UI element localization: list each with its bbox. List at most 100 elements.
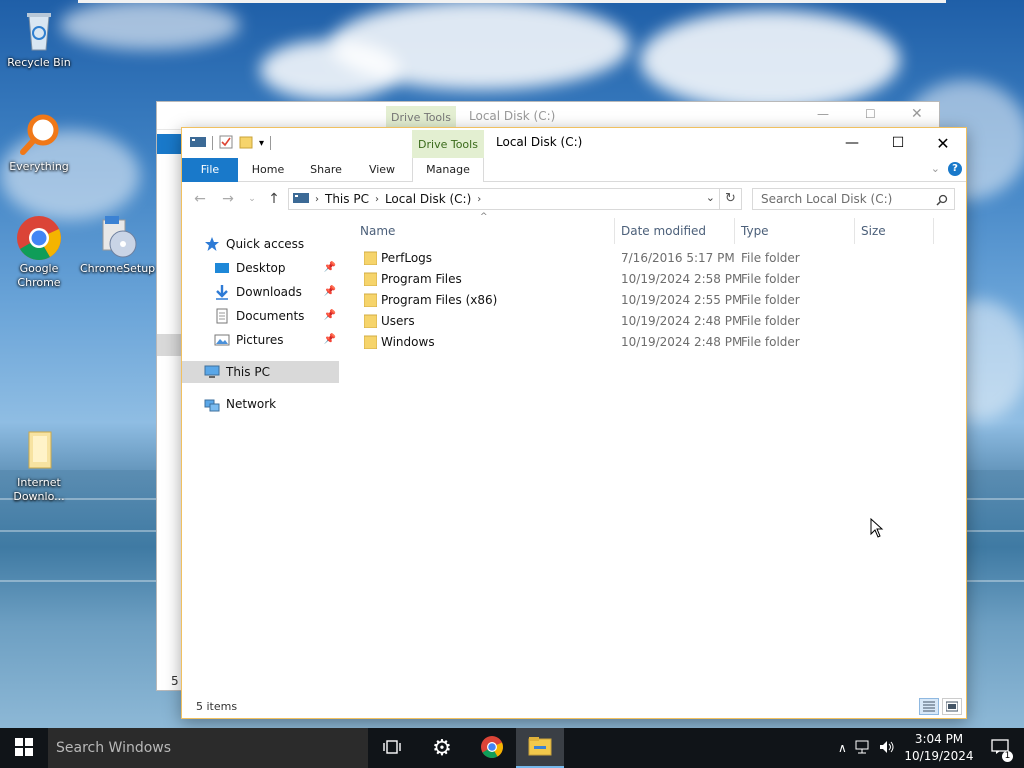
desktop-icon-label: Everything xyxy=(9,160,69,173)
breadcrumb-local-disk[interactable]: Local Disk (C:) xyxy=(385,192,471,206)
column-header-name[interactable]: Name xyxy=(354,218,615,244)
taskbar-settings[interactable]: ⚙ xyxy=(418,728,466,768)
column-header-date-modified[interactable]: Date modified xyxy=(615,218,735,244)
maximize-button[interactable]: ☐ xyxy=(875,128,921,158)
taskbar-search-box[interactable]: Search Windows xyxy=(48,728,368,768)
refresh-button[interactable]: ↻ xyxy=(720,188,742,210)
background-window-title: Local Disk (C:) xyxy=(469,109,556,123)
column-header-type[interactable]: Type xyxy=(735,218,855,244)
large-icons-view-button[interactable] xyxy=(942,698,962,715)
window-title: Local Disk (C:) xyxy=(496,135,583,149)
taskbar-clock[interactable]: 3:04 PM 10/19/2024 xyxy=(902,731,976,765)
minimize-icon: — xyxy=(845,135,859,151)
nav-documents[interactable]: Documents 📌 xyxy=(214,305,338,327)
this-pc-small-icon xyxy=(293,192,309,207)
new-folder-icon[interactable] xyxy=(239,135,253,152)
desktop-icon-recycle-bin[interactable]: Recycle Bin xyxy=(2,8,76,70)
minimize-button[interactable]: — xyxy=(829,128,875,158)
show-hidden-icons-icon[interactable]: ∧ xyxy=(838,741,847,755)
nav-network[interactable]: Network xyxy=(204,393,344,415)
file-type: File folder xyxy=(741,314,800,328)
action-center-button[interactable]: 1 xyxy=(976,728,1024,768)
background-nav-selection xyxy=(157,334,183,356)
table-row[interactable]: Windows 10/19/2024 2:48 PM File folder xyxy=(354,332,966,353)
file-explorer-window[interactable]: ▾ Drive Tools Local Disk (C:) — ☐ ✕ File… xyxy=(181,127,967,719)
breadcrumb-this-pc[interactable]: This PC xyxy=(325,192,369,206)
details-view-button[interactable] xyxy=(919,698,939,715)
details-view-icon xyxy=(923,701,935,715)
background-close-icon[interactable]: ✕ xyxy=(911,106,923,122)
network-status-icon[interactable] xyxy=(855,740,871,757)
file-date: 10/19/2024 2:48 PM xyxy=(621,335,743,349)
drive-tools-context-tab: Drive Tools xyxy=(412,130,484,158)
up-button[interactable]: ↑ xyxy=(264,189,284,209)
back-arrow-icon: ← xyxy=(194,191,206,207)
nav-label: Downloads xyxy=(236,285,302,299)
help-button[interactable]: ? xyxy=(948,162,962,176)
folder-icon xyxy=(363,251,378,266)
desktop-icon-chromesetup[interactable]: ChromeSetup xyxy=(80,214,156,276)
nav-label: Pictures xyxy=(236,333,284,347)
folder-icon xyxy=(363,293,378,308)
address-bar[interactable]: › This PC › Local Disk (C:) › ⌄ xyxy=(288,188,720,210)
volume-icon[interactable] xyxy=(879,740,895,757)
nav-pictures[interactable]: Pictures 📌 xyxy=(214,329,338,351)
file-name: Program Files xyxy=(381,272,462,286)
table-row[interactable]: Users 10/19/2024 2:48 PM File folder xyxy=(354,311,966,332)
recent-locations-button[interactable]: ⌄ xyxy=(242,189,262,209)
file-date: 10/19/2024 2:48 PM xyxy=(621,314,743,328)
task-view-button[interactable] xyxy=(368,728,416,768)
desktop-icon-label: ChromeSetup xyxy=(80,262,156,275)
tab-view[interactable]: View xyxy=(358,158,406,182)
desktop-icon-label: Recycle Bin xyxy=(7,56,71,69)
nav-quick-access[interactable]: Quick access xyxy=(204,233,344,255)
nav-label: Desktop xyxy=(236,261,286,275)
column-header-size[interactable]: Size xyxy=(855,218,934,244)
file-list: ^ Name Date modified Type Size PerfLogs … xyxy=(354,212,966,694)
installer-icon xyxy=(93,214,141,260)
tab-file[interactable]: File xyxy=(182,158,238,182)
cloud xyxy=(640,10,900,110)
file-type: File folder xyxy=(741,251,800,265)
tab-manage[interactable]: Manage xyxy=(412,158,484,182)
background-status-text: 5 xyxy=(171,674,179,688)
properties-icon[interactable] xyxy=(219,135,233,152)
background-maximize-icon[interactable]: ☐ xyxy=(865,107,876,121)
table-row[interactable]: PerfLogs 7/16/2016 5:17 PM File folder xyxy=(354,248,966,269)
desktop-icon-internet-download[interactable]: Internet Downlo... xyxy=(2,428,76,504)
forward-button[interactable]: → xyxy=(218,189,238,209)
nav-label: Network xyxy=(226,397,277,411)
breadcrumb-separator-icon[interactable]: › xyxy=(315,194,319,205)
close-button[interactable]: ✕ xyxy=(920,128,966,158)
desktop-folder-icon xyxy=(214,260,230,276)
explorer-app-icon[interactable] xyxy=(190,135,206,152)
expand-ribbon-icon[interactable]: ⌄ xyxy=(931,162,940,175)
file-name: Program Files (x86) xyxy=(381,293,498,307)
breadcrumb-separator-icon[interactable]: › xyxy=(477,194,481,205)
tab-share[interactable]: Share xyxy=(302,158,350,182)
desktop-icon-google-chrome[interactable]: Google Chrome xyxy=(2,214,76,290)
back-button[interactable]: ← xyxy=(190,189,210,209)
table-row[interactable]: Program Files 10/19/2024 2:58 PM File fo… xyxy=(354,269,966,290)
nav-downloads[interactable]: Downloads 📌 xyxy=(214,281,338,303)
background-minimize-icon[interactable]: — xyxy=(817,107,829,121)
quick-access-toolbar: ▾ xyxy=(190,135,272,152)
taskbar-file-explorer[interactable] xyxy=(516,728,564,768)
table-row[interactable]: Program Files (x86) 10/19/2024 2:55 PM F… xyxy=(354,290,966,311)
file-name: PerfLogs xyxy=(381,251,433,265)
nav-desktop[interactable]: Desktop 📌 xyxy=(214,257,338,279)
titlebar[interactable]: ▾ Drive Tools Local Disk (C:) — ☐ ✕ xyxy=(182,128,966,158)
maximize-icon: ☐ xyxy=(891,135,905,151)
desktop-icon-everything[interactable]: Everything xyxy=(2,112,76,174)
taskbar-chrome[interactable] xyxy=(468,728,516,768)
file-date: 10/19/2024 2:58 PM xyxy=(621,272,743,286)
address-dropdown-icon[interactable]: ⌄ xyxy=(706,191,715,204)
nav-this-pc[interactable]: This PC xyxy=(182,361,339,383)
breadcrumb-separator-icon[interactable]: › xyxy=(375,194,379,205)
chevron-down-icon: ⌄ xyxy=(248,194,256,204)
tab-home[interactable]: Home xyxy=(244,158,292,182)
start-button[interactable] xyxy=(0,728,48,768)
search-box[interactable]: Search Local Disk (C:) xyxy=(752,188,955,210)
customize-qat-icon[interactable]: ▾ xyxy=(259,138,264,149)
qat-separator xyxy=(212,136,213,150)
